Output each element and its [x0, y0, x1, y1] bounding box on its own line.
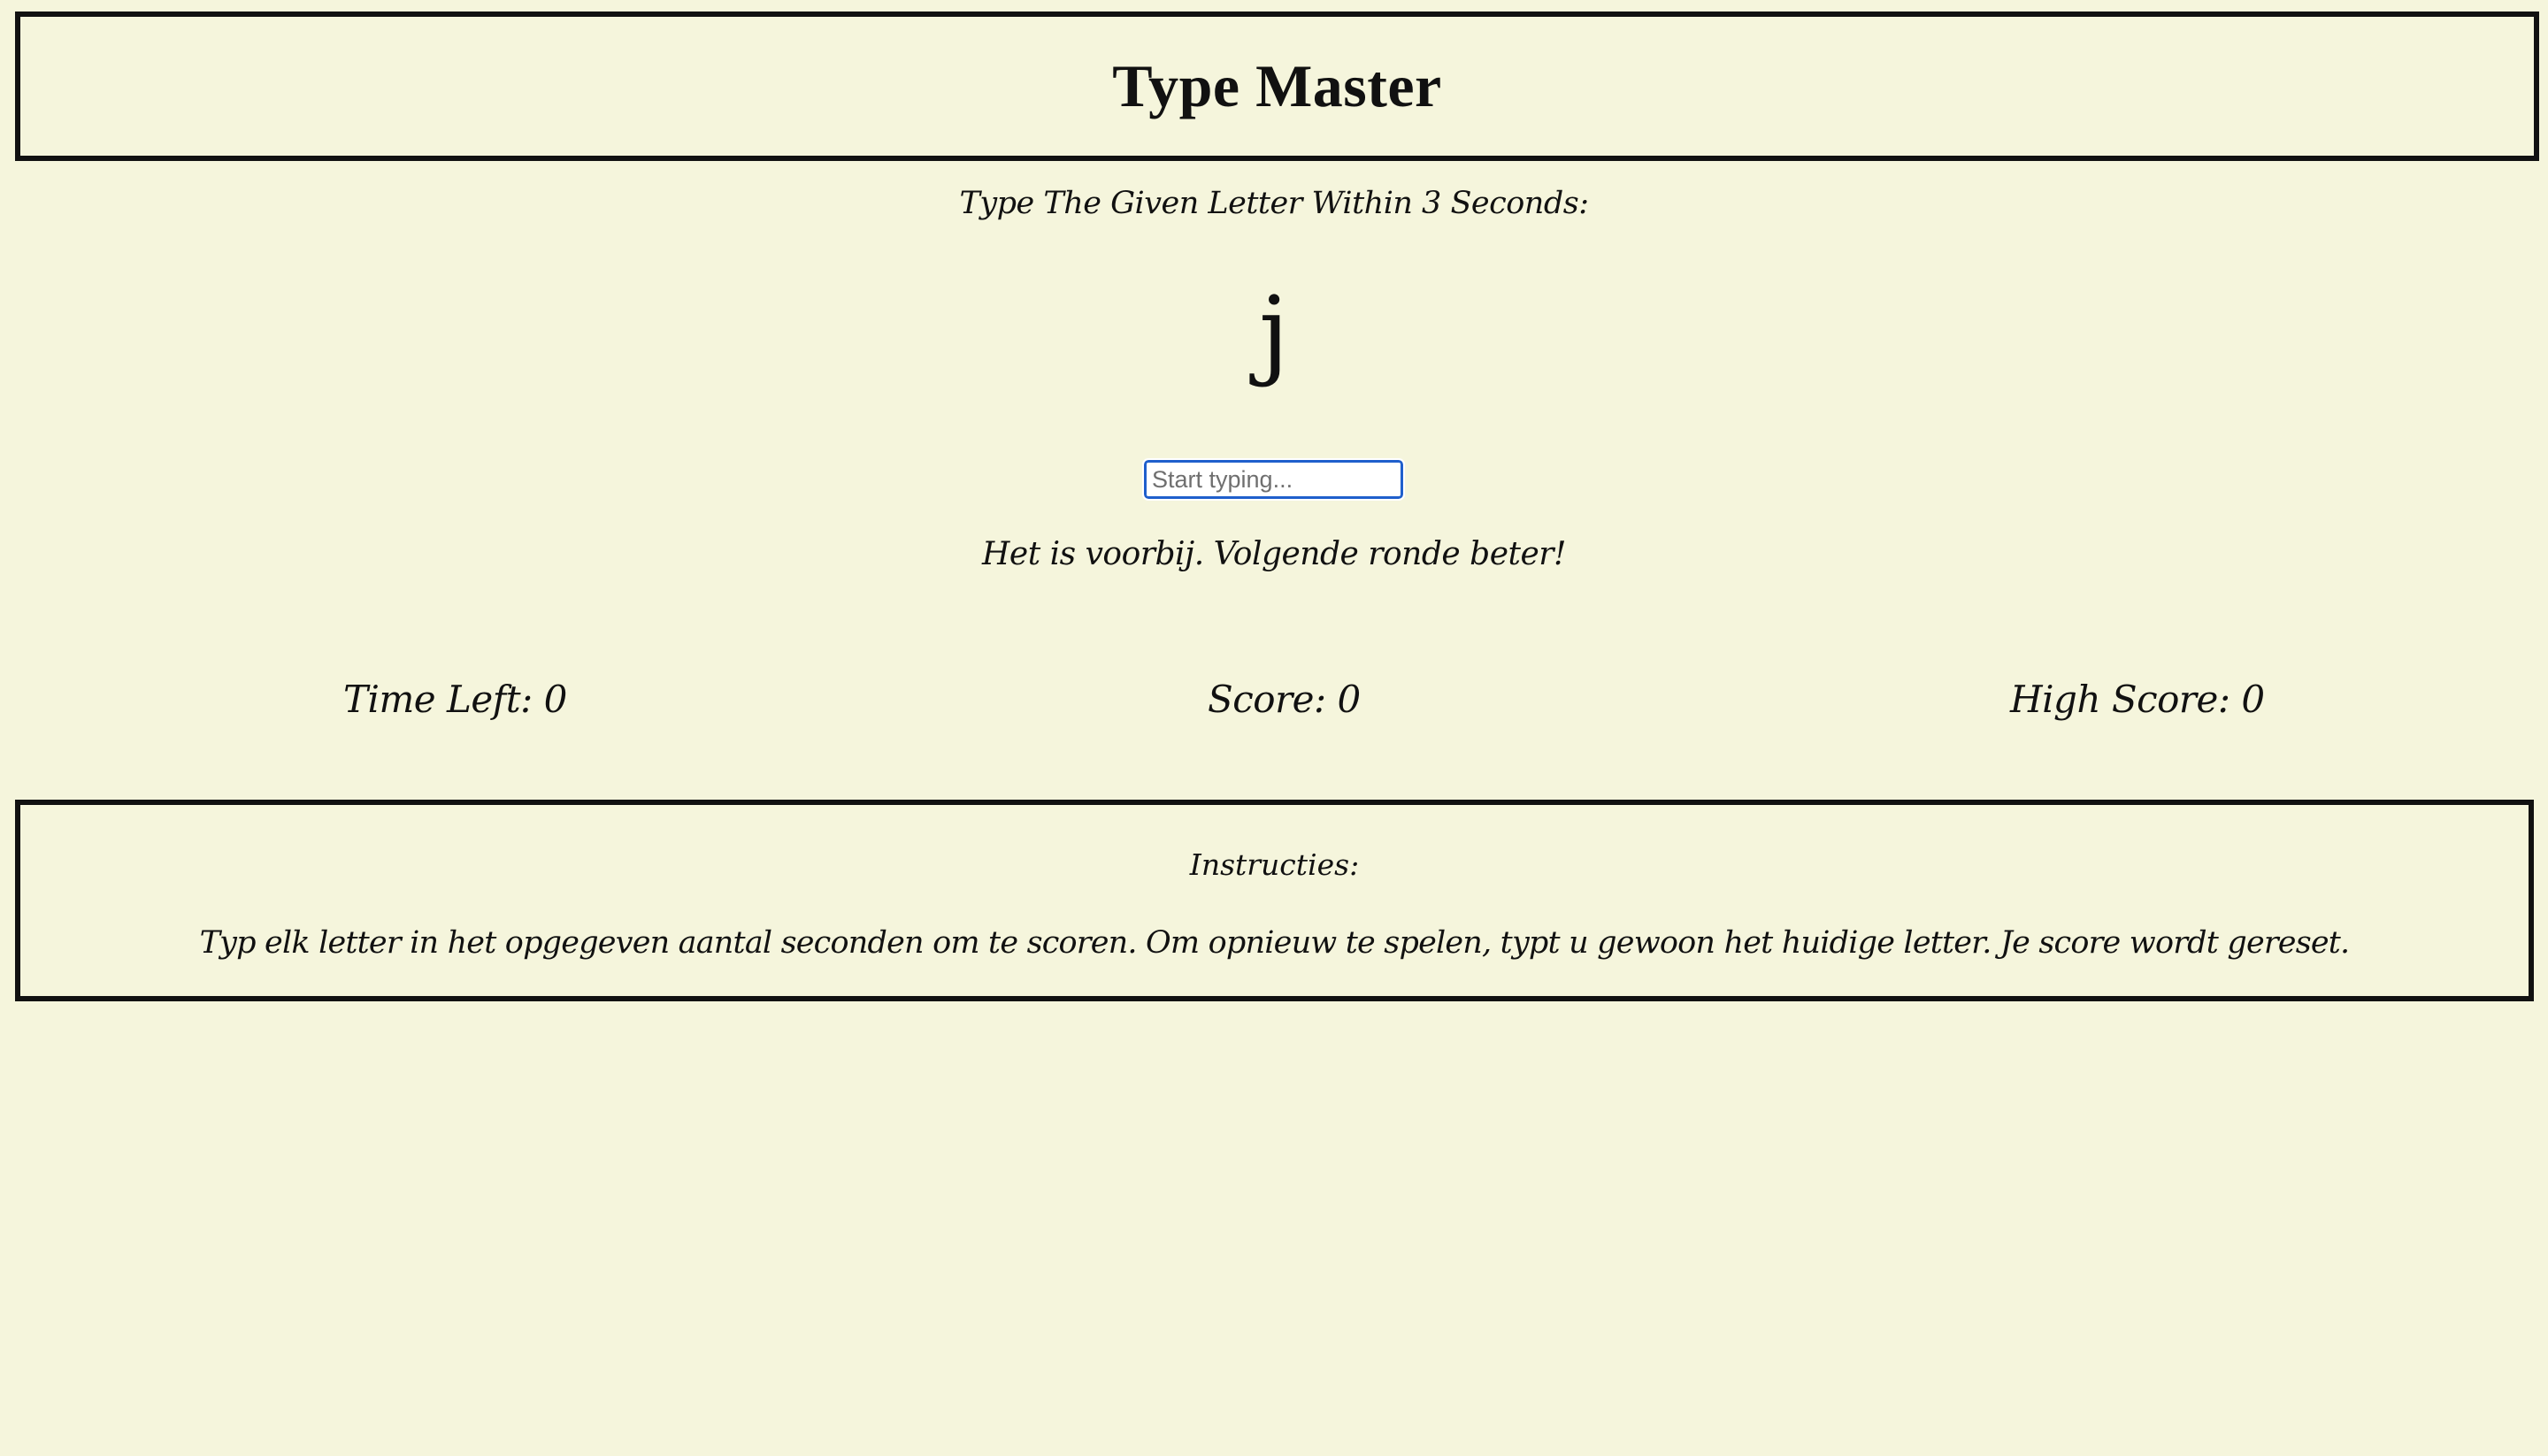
instructions-title: Instructies:	[1189, 847, 1360, 882]
instructions-text: Typ elk letter in het opgegeven aantal s…	[199, 925, 2351, 961]
current-letter: j	[1258, 275, 1290, 388]
typing-input[interactable]	[1142, 458, 1405, 501]
instructions-panel: Instructies: Typ elk letter in het opgeg…	[15, 800, 2534, 1001]
score-display: Score: 0	[1208, 678, 1361, 721]
page-title: Type Master	[1112, 52, 1442, 119]
header-banner: Type Master	[15, 11, 2539, 161]
time-left-display: Time Left: 0	[343, 678, 567, 721]
typing-input-wrapper	[1142, 458, 1405, 501]
high-score-display: High Score: 0	[2010, 678, 2265, 721]
game-prompt: Type The Given Letter Within 3 Seconds:	[959, 186, 1589, 221]
status-message: Het is voorbij. Volgende ronde beter!	[982, 536, 1566, 572]
